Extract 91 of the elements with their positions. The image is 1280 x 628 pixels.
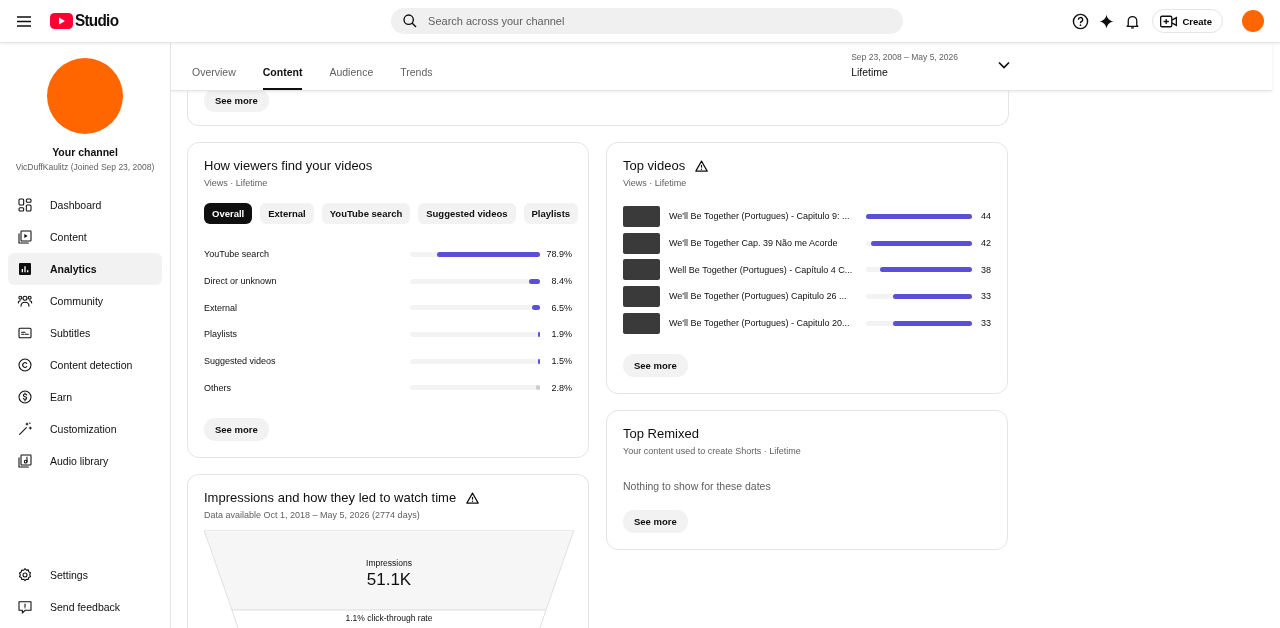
- nav-item[interactable]: Customization: [8, 413, 162, 445]
- bar-chart-icon: [17, 261, 33, 277]
- chevron-down-icon: [998, 60, 1010, 69]
- nav-item[interactable]: Content: [8, 221, 162, 253]
- see-more-button[interactable]: See more: [204, 418, 269, 442]
- filter-chip[interactable]: Suggested videos: [418, 203, 516, 224]
- video-title[interactable]: We'll Be Together (Portugues) - Capitulo 20...: [669, 318, 855, 329]
- subtitles-icon: [17, 325, 33, 341]
- warning-icon: [695, 160, 709, 172]
- music-library-icon: [17, 453, 33, 469]
- funnel-label: Impressions: [365, 558, 413, 569]
- nav-item[interactable]: Audio library: [8, 445, 162, 477]
- warning-icon: [466, 492, 480, 505]
- source-label: Others: [204, 382, 232, 393]
- see-more-button[interactable]: See more: [623, 354, 688, 378]
- view-count: 33: [980, 291, 991, 302]
- video-title[interactable]: We'll Be Together Cap. 39 Não me Acorde: [669, 238, 855, 249]
- tab[interactable]: Overview: [192, 66, 236, 90]
- dashboard-icon: [17, 197, 33, 213]
- date-range-picker[interactable]: Sep 23, 2008 – May 5, 2026 Lifetime: [851, 51, 1010, 78]
- funnel-label: 1.1% click-through rate: [344, 613, 434, 624]
- filter-chip[interactable]: YouTube search: [321, 203, 411, 224]
- card-subtitle: Views · Lifetime: [623, 178, 688, 188]
- video-thumbnail[interactable]: [623, 205, 660, 227]
- card-title: Top Remixed: [623, 425, 699, 444]
- tab[interactable]: Trends: [400, 66, 433, 90]
- help-icon[interactable]: [1072, 12, 1090, 30]
- settings-icon: [17, 567, 33, 583]
- empty-message: Nothing to show for these dates: [623, 480, 772, 493]
- view-count: 44: [980, 211, 991, 222]
- nav-item[interactable]: Analytics: [8, 253, 162, 285]
- video-thumbnail[interactable]: [623, 259, 660, 281]
- view-count: 42: [980, 238, 991, 249]
- percentage: 6.5%: [550, 302, 572, 313]
- percentage: 1.9%: [550, 329, 572, 340]
- video-title[interactable]: We'll Be Together (Portugues) - Capitulo 9: ...: [669, 211, 855, 222]
- nav-item[interactable]: Content detection: [8, 349, 162, 381]
- percentage: 2.8%: [550, 382, 572, 393]
- view-count: 33: [980, 318, 991, 329]
- filter-chip[interactable]: Playlists: [523, 203, 579, 224]
- channel-subtitle: VicDuffKaulitz (Joined Sep 23, 2008): [15, 162, 155, 172]
- percentage: 8.4%: [550, 276, 572, 287]
- video-title[interactable]: Well Be Together (Portugues) - Capítulo 4 C...: [669, 264, 855, 275]
- card-title: How viewers find your videos: [204, 157, 373, 175]
- nav-item[interactable]: Community: [8, 285, 162, 317]
- copyright-icon: [17, 357, 33, 373]
- percentage: 1.5%: [550, 356, 572, 367]
- source-label: External: [204, 302, 239, 313]
- card-subtitle: Data available Oct 1, 2018 – May 5, 2026 (2774 days): [204, 510, 421, 521]
- nav-item[interactable]: Send feedback: [8, 591, 162, 623]
- card-title: Impressions and how they led to watch time: [204, 489, 457, 508]
- channel-title: Your channel: [52, 146, 118, 158]
- create-button[interactable]: Create: [1152, 9, 1223, 33]
- search-field[interactable]: Search across your channel: [391, 8, 904, 34]
- menu-icon[interactable]: [17, 15, 31, 27]
- nav-item[interactable]: Earn: [8, 381, 162, 413]
- search-icon: [402, 13, 419, 29]
- avatar[interactable]: [1242, 10, 1264, 32]
- card-subtitle: Views · Lifetime: [204, 178, 269, 188]
- filter-chip[interactable]: Overall: [204, 203, 253, 224]
- dollar-icon: [17, 389, 33, 405]
- feedback-icon: [17, 599, 33, 615]
- video-thumbnail[interactable]: [623, 312, 660, 334]
- date-range-text: Sep 23, 2008 – May 5, 2026: [851, 51, 958, 62]
- source-label: Suggested videos: [204, 356, 277, 367]
- view-count: 38: [980, 264, 991, 275]
- source-label: YouTube search: [204, 249, 270, 260]
- video-thumbnail[interactable]: [623, 285, 660, 307]
- video-thumbnail[interactable]: [623, 232, 660, 254]
- see-more-button[interactable]: See more: [204, 89, 269, 112]
- magic-wand-icon: [17, 421, 33, 437]
- source-label: Playlists: [204, 329, 238, 340]
- video-plus-icon: [1160, 14, 1178, 28]
- play-logo-icon[interactable]: [50, 13, 73, 29]
- date-range-label: Lifetime: [851, 65, 889, 78]
- percentage: 78.9%: [545, 249, 572, 260]
- card-title: Top videos: [623, 157, 686, 175]
- tab[interactable]: Audience: [329, 66, 374, 90]
- video-title[interactable]: We'll Be Together (Portugues) Capitulo 26 ...: [669, 291, 855, 302]
- card-subtitle: Your content used to create Shorts · Lifetime: [623, 446, 802, 457]
- logo-text[interactable]: Studio: [75, 11, 119, 31]
- nav-item[interactable]: Dashboard: [8, 189, 162, 221]
- sparkle-icon[interactable]: [1098, 12, 1116, 30]
- people-icon: [17, 293, 33, 309]
- nav-item[interactable]: Settings: [8, 559, 162, 591]
- see-more-button[interactable]: See more: [623, 510, 688, 534]
- funnel-value: 51.1K: [365, 570, 413, 591]
- nav-item[interactable]: Subtitles: [8, 317, 162, 349]
- video-library-icon: [17, 229, 33, 245]
- filter-chip[interactable]: External: [260, 203, 314, 224]
- source-label: Direct or unknown: [204, 276, 278, 287]
